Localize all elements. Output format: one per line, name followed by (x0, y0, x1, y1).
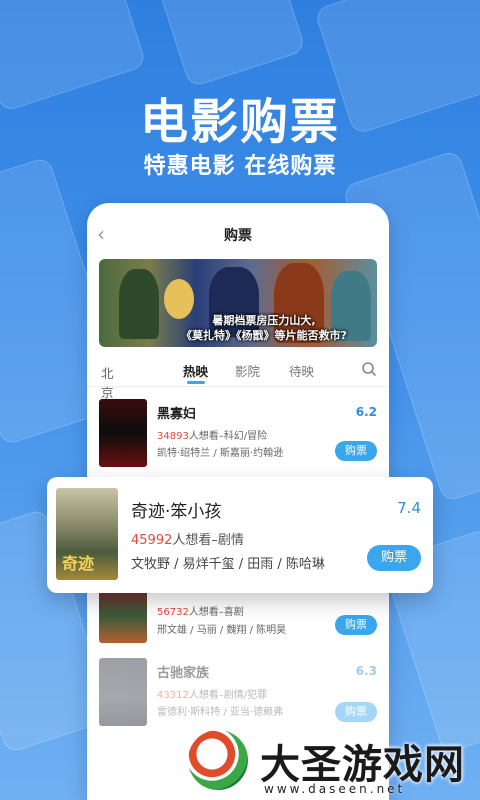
tab-coming-soon[interactable]: 待映 (289, 361, 314, 380)
banner-line-2: 《莫扎特》《杨戬》等片能否救市? (181, 329, 347, 342)
movie-score: 6.3 (355, 664, 377, 678)
movie-poster (99, 658, 147, 726)
want-count: 43312 (157, 690, 189, 701)
watermark-url: www.daseen.net (264, 782, 406, 796)
movie-cast: 凯特·绍特兰 / 斯嘉丽·约翰逊 (157, 448, 284, 459)
movie-cast: 文牧野 / 易烊千玺 / 田雨 / 陈哈琳 (131, 557, 325, 572)
watermark: 大圣游戏网 www.daseen.net (180, 722, 480, 800)
movie-row[interactable]: 56732人想看–喜剧 邢文雄 / 马丽 / 魏翔 / 陈明昊 购票 (87, 587, 389, 647)
search-icon[interactable] (361, 361, 377, 380)
buy-ticket-button[interactable]: 购票 (335, 441, 377, 461)
movie-poster: 奇迹 (56, 488, 118, 580)
poster-title: 奇迹 (62, 554, 95, 573)
banner-line-1: 暑期档票房压力山大, (212, 314, 316, 327)
want-count: 56732 (157, 607, 189, 618)
phone-header: ‹ 购票 (87, 223, 389, 247)
movie-cast: 雷德利·斯科特 / 亚当·德赖弗 (157, 707, 284, 718)
banner-headline: 暑期档票房压力山大, 《莫扎特》《杨戬》等片能否救市? (159, 313, 369, 343)
want-text: 人想看–喜剧 (188, 607, 244, 618)
banner-figure (119, 269, 159, 339)
movie-poster (99, 399, 147, 467)
tab-now-showing[interactable]: 热映 (183, 361, 208, 380)
buy-ticket-button[interactable]: 购票 (367, 545, 421, 571)
movie-title: 古驰家族 (157, 666, 210, 681)
movie-title: 奇迹·笨小孩 (131, 502, 222, 522)
want-to-see: 34893人想看–科幻/冒险 (157, 427, 267, 442)
movie-poster (99, 587, 147, 643)
featured-movie-card[interactable]: 奇迹 奇迹·笨小孩 7.4 45992人想看–剧情 文牧野 / 易烊千玺 / 田… (47, 477, 433, 593)
divider (87, 386, 389, 387)
want-text: 人想看–剧情/犯罪 (188, 690, 268, 701)
watermark-logo-icon (188, 730, 248, 790)
page-title: 购票 (224, 228, 252, 244)
movie-title: 黑寡妇 (157, 407, 197, 422)
movie-row[interactable]: 黑寡妇 6.2 34893人想看–科幻/冒险 凯特·绍特兰 / 斯嘉丽·约翰逊 … (87, 399, 389, 479)
tab-bar: 北京 ⌄ 热映 影院 待映 (87, 359, 389, 400)
promo-banner[interactable]: 暑期档票房压力山大, 《莫扎特》《杨戬》等片能否救市? (99, 259, 377, 347)
want-text: 人想看–剧情 (172, 533, 244, 548)
chevron-down-icon: ⌄ (101, 363, 110, 374)
movie-score: 7.4 (397, 499, 421, 517)
bg-tile (155, 0, 307, 89)
want-to-see: 45992人想看–剧情 (131, 529, 244, 548)
tab-cinemas[interactable]: 影院 (235, 361, 260, 380)
want-count: 45992 (131, 533, 173, 548)
hero-title: 电影购票 (139, 94, 340, 150)
want-to-see: 43312人想看–剧情/犯罪 (157, 686, 267, 701)
hero-subtitle: 特惠电影 在线购票 (143, 154, 337, 179)
want-to-see: 56732人想看–喜剧 (157, 603, 244, 618)
want-text: 人想看–科幻/冒险 (188, 431, 268, 442)
want-count: 34893 (157, 431, 189, 442)
buy-ticket-button[interactable]: 购票 (335, 702, 377, 722)
movie-cast: 邢文雄 / 马丽 / 魏翔 / 陈明昊 (157, 625, 287, 636)
movie-score: 6.2 (355, 405, 377, 419)
active-tab-indicator (187, 381, 205, 384)
buy-ticket-button[interactable]: 购票 (335, 615, 377, 635)
